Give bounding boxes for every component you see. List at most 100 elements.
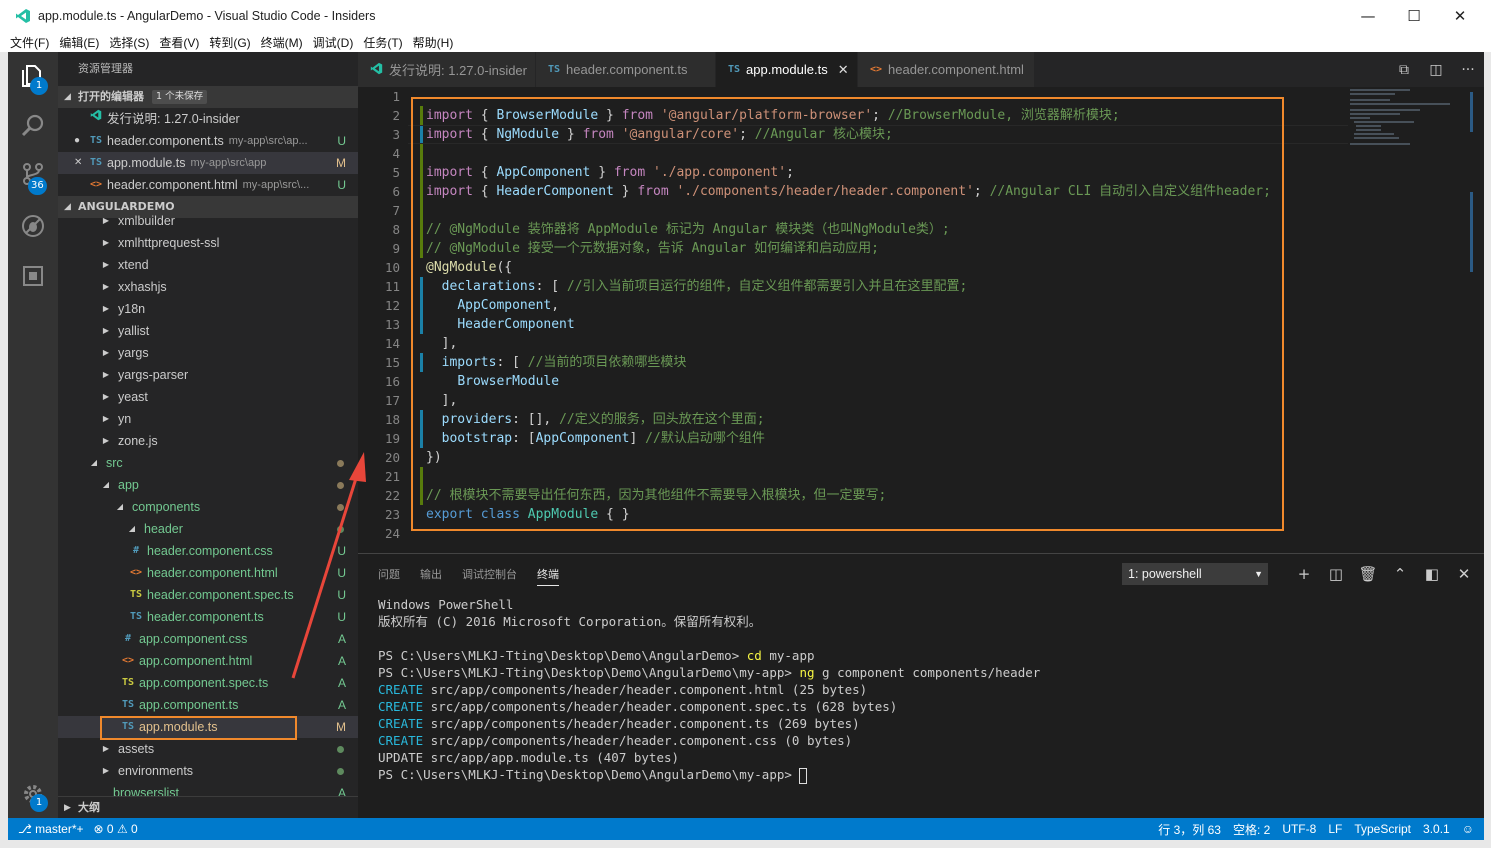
code-line[interactable]: // @NgModule 装饰器将 AppModule 标记为 Angular … <box>426 220 950 239</box>
code-line[interactable]: }) <box>426 448 442 467</box>
tree-item[interactable]: TS app.component.spec.ts A <box>58 672 358 694</box>
close-icon[interactable]: ✕ <box>1437 0 1483 32</box>
more-actions-icon[interactable]: ··· <box>1452 62 1484 78</box>
typescript-version[interactable]: 3.0.1 <box>1423 822 1450 836</box>
menu-item[interactable]: 任务(T) <box>363 34 402 51</box>
problems-indicator[interactable]: ⊗ 0 ⚠ 0 <box>94 822 138 836</box>
code-line[interactable]: import { HeaderComponent } from './compo… <box>426 182 1271 201</box>
kill-terminal-icon[interactable]: 🗑 <box>1358 563 1378 585</box>
editor-tab[interactable]: TS app.module.ts ✕ <box>716 52 858 87</box>
close-panel-icon[interactable]: ✕ <box>1454 563 1474 585</box>
open-editor-item[interactable]: <> header.component.html my-app\src\... U <box>58 174 358 196</box>
editor-tab[interactable]: <> header.component.html <box>858 52 1035 87</box>
code-line[interactable]: // 根模块不需要导出任何东西，因为其他组件不需要导入根模块，但一定要写; <box>426 486 886 505</box>
debug-button[interactable] <box>8 202 58 250</box>
editor-tab[interactable]: 发行说明: 1.27.0-insider <box>358 52 536 87</box>
open-changes-icon[interactable]: ⧉ <box>1388 62 1420 78</box>
indentation[interactable]: 空格: 2 <box>1233 821 1270 838</box>
tree-item[interactable]: ▶ yargs-parser <box>58 364 358 386</box>
tree-item[interactable]: ▶ y18n <box>58 298 358 320</box>
code-editor[interactable]: 1 2 import { BrowserModule } from '@angula… <box>358 87 1484 553</box>
editor-tab[interactable]: TS header.component.ts <box>536 52 716 87</box>
explorer-button[interactable]: 1 <box>8 52 58 100</box>
toggle-panel-position-icon[interactable]: ◧ <box>1422 563 1442 585</box>
code-line[interactable]: import { AppComponent } from './app.comp… <box>426 163 794 182</box>
dirty-dot-icon[interactable]: ● <box>74 130 88 152</box>
code-line[interactable]: // @NgModule 接受一个元数据对象，告诉 Angular 如何编译和启… <box>426 239 879 258</box>
tree-item[interactable]: ▶ yallist <box>58 320 358 342</box>
open-editor-item[interactable]: ✕ TS app.module.ts my-app\src\app M <box>58 152 358 174</box>
menu-item[interactable]: 选择(S) <box>109 34 149 51</box>
tree-item[interactable]: TS header.component.ts U <box>58 606 358 628</box>
branch-indicator[interactable]: ⎇ master*+ <box>18 822 84 836</box>
manage-button[interactable]: 1 <box>8 770 58 818</box>
code-line[interactable]: providers: [], //定义的服务，回头放在这个里面; <box>426 410 765 429</box>
tree-item[interactable]: ◢ app <box>58 474 358 496</box>
code-line[interactable]: import { NgModule } from '@angular/core'… <box>426 125 893 144</box>
code-line[interactable]: imports: [ //当前的项目依赖哪些模块 <box>426 353 687 372</box>
tree-item[interactable]: ▶ xmlbuilder <box>58 210 358 232</box>
menu-item[interactable]: 帮助(H) <box>413 34 454 51</box>
tree-item[interactable]: ▶ yeast <box>58 386 358 408</box>
code-line[interactable]: BrowserModule <box>426 372 559 391</box>
code-line[interactable]: bootstrap: [AppComponent] //默认启动哪个组件 <box>426 429 765 448</box>
split-editor-icon[interactable]: ◫ <box>1420 62 1452 78</box>
code-line[interactable]: import { BrowserModule } from '@angular/… <box>426 106 1120 125</box>
panel-tab[interactable]: 调试控制台 <box>462 564 517 586</box>
tree-item[interactable]: TS app.component.ts A <box>58 694 358 716</box>
maximize-panel-icon[interactable]: ⌃ <box>1390 563 1410 585</box>
search-button[interactable] <box>8 102 58 150</box>
tree-item[interactable]: ▶ xxhashjs <box>58 276 358 298</box>
panel-tab[interactable]: 问题 <box>378 564 400 586</box>
open-editors-header[interactable]: ◢ 打开的编辑器 1 个未保存 <box>58 86 358 108</box>
tree-item[interactable]: <> header.component.html U <box>58 562 358 584</box>
menu-item[interactable]: 调试(D) <box>313 34 354 51</box>
code-line[interactable]: HeaderComponent <box>426 315 574 334</box>
tree-item[interactable]: TS header.component.spec.ts U <box>58 584 358 606</box>
tree-item[interactable]: ◢ src <box>58 452 358 474</box>
tree-item[interactable]: ▶ xmlhttprequest-ssl <box>58 232 358 254</box>
source-control-button[interactable]: 36 <box>8 150 58 198</box>
minimap[interactable] <box>1348 87 1468 147</box>
code-line[interactable]: ], <box>426 334 458 353</box>
open-editor-item[interactable]: ● TS header.component.ts my-app\src\ap... U <box>58 130 358 152</box>
menu-item[interactable]: 查看(V) <box>159 34 199 51</box>
end-of-line[interactable]: LF <box>1328 822 1342 836</box>
cursor-position[interactable]: 行 3，列 63 <box>1158 821 1221 838</box>
language-mode[interactable]: TypeScript <box>1354 822 1411 836</box>
tree-item[interactable]: ▶ zone.js <box>58 430 358 452</box>
tree-item[interactable]: ▶ assets <box>58 738 358 760</box>
code-line[interactable]: AppComponent, <box>426 296 559 315</box>
close-icon[interactable]: ✕ <box>74 152 88 174</box>
tree-item[interactable]: ▶ yargs <box>58 342 358 364</box>
menu-item[interactable]: 终端(M) <box>261 34 303 51</box>
encoding[interactable]: UTF-8 <box>1282 822 1316 836</box>
outline-header[interactable]: ▶ 大纲 <box>58 796 358 818</box>
split-terminal-icon[interactable]: ◫ <box>1326 563 1346 585</box>
panel-tab[interactable]: 输出 <box>420 564 442 586</box>
menu-item[interactable]: 转到(G) <box>209 34 250 51</box>
tree-item[interactable]: ◢ header <box>58 518 358 540</box>
maximize-icon[interactable]: ☐ <box>1391 0 1437 32</box>
tree-item[interactable]: ▶ xtend <box>58 254 358 276</box>
editor-scrollbar[interactable] <box>1468 87 1482 553</box>
tree-item[interactable]: ▶ yn <box>58 408 358 430</box>
code-line[interactable]: declarations: [ //引入当前项目运行的组件，自定义组件都需要引入… <box>426 277 968 296</box>
tree-item[interactable]: # app.component.css A <box>58 628 358 650</box>
minimize-icon[interactable]: — <box>1345 0 1391 32</box>
tree-item[interactable]: <> app.component.html A <box>58 650 358 672</box>
tree-item[interactable]: # header.component.css U <box>58 540 358 562</box>
tree-item[interactable]: ◢ components <box>58 496 358 518</box>
menu-item[interactable]: 文件(F) <box>10 34 49 51</box>
menu-item[interactable]: 编辑(E) <box>59 34 99 51</box>
code-line[interactable]: @NgModule({ <box>426 258 512 277</box>
tree-item[interactable]: TS app.module.ts M <box>58 716 358 738</box>
code-line[interactable]: ], <box>426 391 458 410</box>
feedback-icon[interactable]: ☺ <box>1462 822 1474 836</box>
close-tab-icon[interactable]: ✕ <box>838 62 849 78</box>
terminal-selector[interactable]: 1: powershell ▼ <box>1122 563 1268 585</box>
open-editor-item[interactable]: 发行说明: 1.27.0-insider <box>58 108 358 130</box>
code-line[interactable]: export class AppModule { } <box>426 505 630 524</box>
tree-item[interactable]: ▶ environments <box>58 760 358 782</box>
panel-tab[interactable]: 终端 <box>537 564 559 586</box>
